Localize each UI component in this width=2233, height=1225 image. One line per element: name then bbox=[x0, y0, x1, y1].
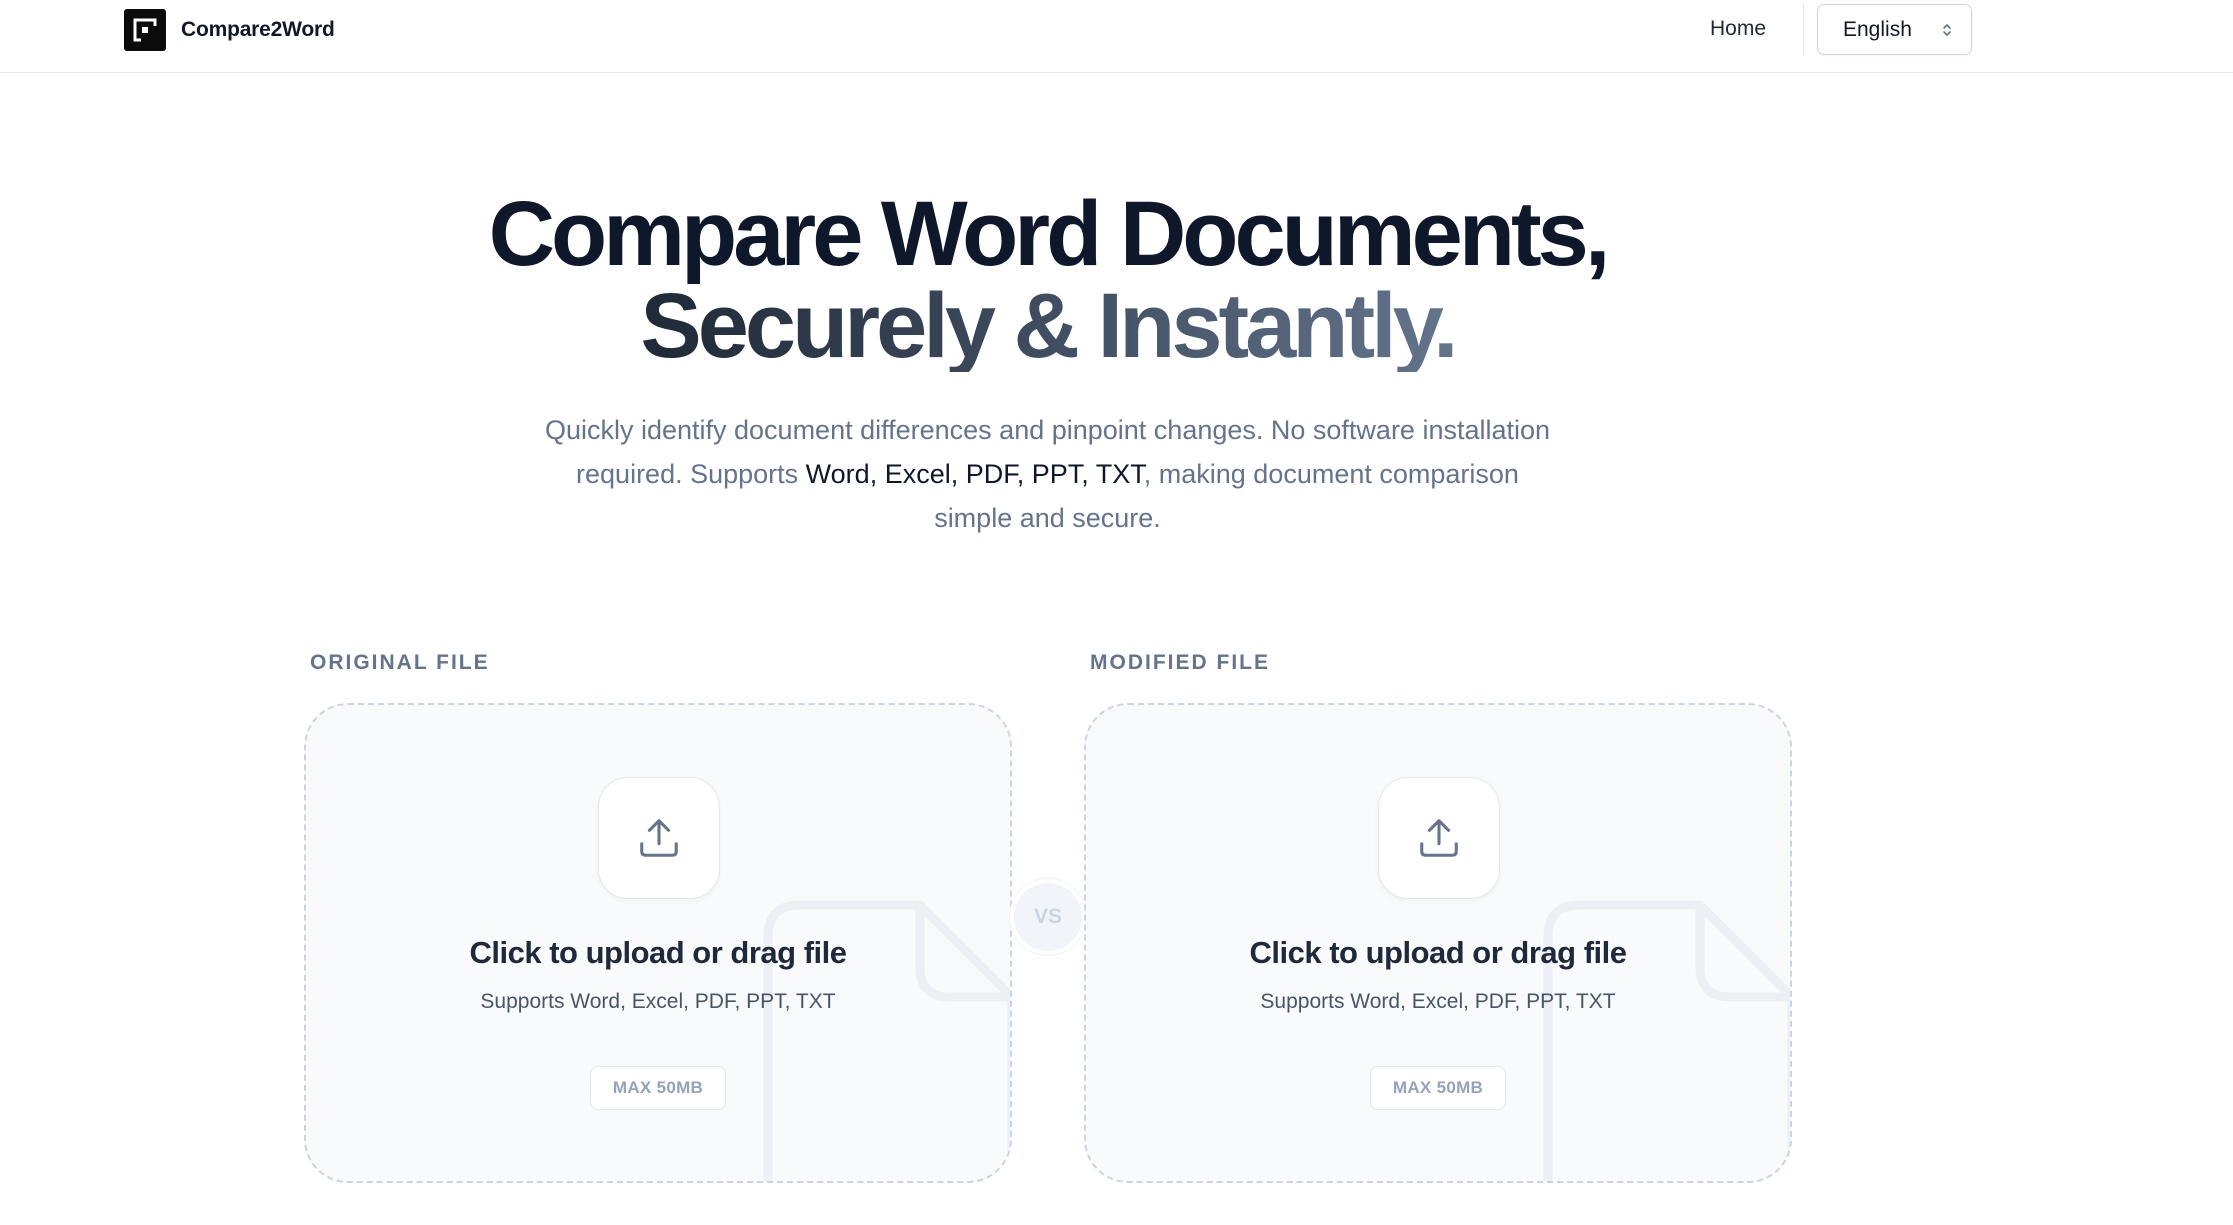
hero-title-line1: Compare Word Documents, bbox=[488, 183, 1611, 285]
hero-subtitle: Quickly identify document differences an… bbox=[540, 408, 1555, 540]
dropzone-supported-formats: Supports Word, Excel, PDF, PPT, TXT bbox=[480, 990, 836, 1013]
top-navbar: Compare2Word Home English bbox=[0, 0, 2233, 73]
hero-title-line2: Securely & Instantly. bbox=[640, 275, 1458, 377]
upload-icon-container bbox=[1378, 777, 1500, 899]
brand[interactable]: Compare2Word bbox=[124, 8, 335, 52]
nav-home-link[interactable]: Home bbox=[1700, 12, 1776, 46]
brand-name: Compare2Word bbox=[181, 18, 335, 41]
nav-divider bbox=[1803, 4, 1804, 56]
max-size-badge: MAX 50MB bbox=[590, 1066, 726, 1110]
language-select-value: English bbox=[1843, 17, 1912, 41]
dropzone-title: Click to upload or drag file bbox=[1249, 935, 1627, 970]
chevron-up-down-icon bbox=[1941, 21, 1953, 44]
upload-icon-container bbox=[598, 777, 720, 899]
language-select[interactable]: English bbox=[1817, 4, 1972, 55]
dropzone-supported-formats: Supports Word, Excel, PDF, PPT, TXT bbox=[1260, 990, 1616, 1013]
logo-mark-icon bbox=[124, 9, 166, 51]
modified-file-label: MODIFIED FILE bbox=[1090, 651, 1270, 674]
modified-file-dropzone[interactable]: Click to upload or drag file Supports Wo… bbox=[1084, 703, 1792, 1183]
vs-badge: VS bbox=[1010, 879, 1086, 955]
original-file-dropzone[interactable]: Click to upload or drag file Supports Wo… bbox=[304, 703, 1012, 1183]
hero-subtitle-formats: Word, Excel, PDF, PPT, TXT bbox=[805, 459, 1144, 489]
upload-icon bbox=[640, 819, 678, 857]
upload-icon bbox=[1420, 819, 1458, 857]
dropzone-title: Click to upload or drag file bbox=[469, 935, 847, 970]
original-file-label: ORIGINAL FILE bbox=[310, 651, 490, 674]
max-size-badge: MAX 50MB bbox=[1370, 1066, 1506, 1110]
hero-title: Compare Word Documents, Securely & Insta… bbox=[0, 188, 2095, 372]
page: Compare2Word Home English Compare Word D… bbox=[0, 0, 2233, 1225]
